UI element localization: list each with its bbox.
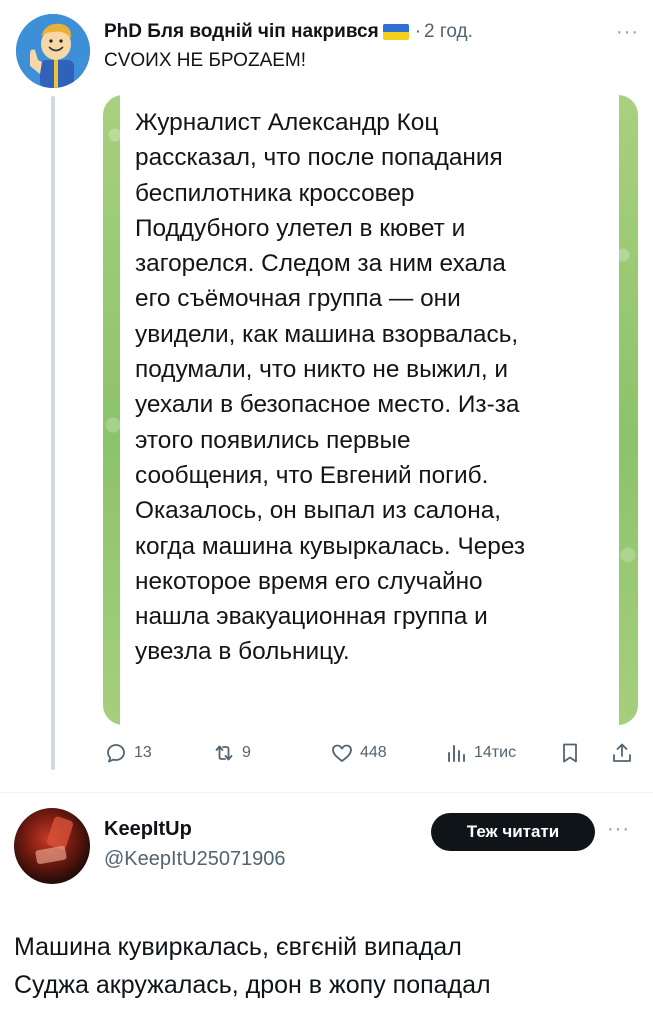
image-message-text: Журналист Александр Коц рассказал, что п… xyxy=(135,109,526,666)
views-button[interactable]: 14тис xyxy=(444,738,516,768)
retweet-button[interactable]: 9 xyxy=(212,738,251,768)
action-bar: 13 9 448 14тис xyxy=(104,738,638,768)
reply-button[interactable]: 13 xyxy=(104,738,152,768)
thread-line xyxy=(51,96,55,770)
heart-icon xyxy=(332,744,352,762)
retweet-icon xyxy=(215,745,233,761)
display-name[interactable]: KeepItUp xyxy=(104,818,192,841)
timestamp[interactable]: 2 год. xyxy=(424,21,473,43)
user-handle[interactable]: @KeepItU25071906 xyxy=(104,848,286,871)
tweet-image[interactable]: Журналист Александр Коц рассказал, что п… xyxy=(103,95,638,725)
tweet-divider xyxy=(0,792,653,793)
views-bar-chart-icon xyxy=(448,745,465,762)
bookmark-button[interactable] xyxy=(558,738,582,768)
like-button[interactable]: 448 xyxy=(330,738,387,768)
vault-boy-avatar-icon xyxy=(16,14,90,88)
retweet-count: 9 xyxy=(242,744,251,761)
tweet-header: PhD Бля водній чіп накрився · 2 год. ··· xyxy=(104,18,639,46)
ukraine-flag-icon xyxy=(382,24,409,40)
share-button[interactable] xyxy=(610,738,634,768)
share-icon xyxy=(613,743,631,762)
message-bubble: Журналист Александр Коц рассказал, что п… xyxy=(120,95,619,725)
follow-back-button[interactable]: Теж читати xyxy=(431,813,595,851)
more-options-icon[interactable]: ··· xyxy=(607,818,630,841)
views-count: 14тис xyxy=(474,744,517,761)
like-count: 448 xyxy=(360,744,387,761)
tweet-text: Машина кувиркалась, євгєній випадал Судж… xyxy=(14,933,491,999)
reply-count: 13 xyxy=(134,744,152,761)
tweet-text: CVOИХ НЕ БРОZАЕМ! xyxy=(104,50,307,71)
avatar[interactable] xyxy=(16,14,90,88)
separator: · xyxy=(414,21,422,42)
display-name[interactable]: PhD Бля водній чіп накрився xyxy=(104,21,379,43)
more-options-icon[interactable]: ··· xyxy=(616,21,639,44)
avatar[interactable] xyxy=(14,808,90,884)
bookmark-icon xyxy=(563,743,577,763)
reply-icon xyxy=(107,744,125,763)
